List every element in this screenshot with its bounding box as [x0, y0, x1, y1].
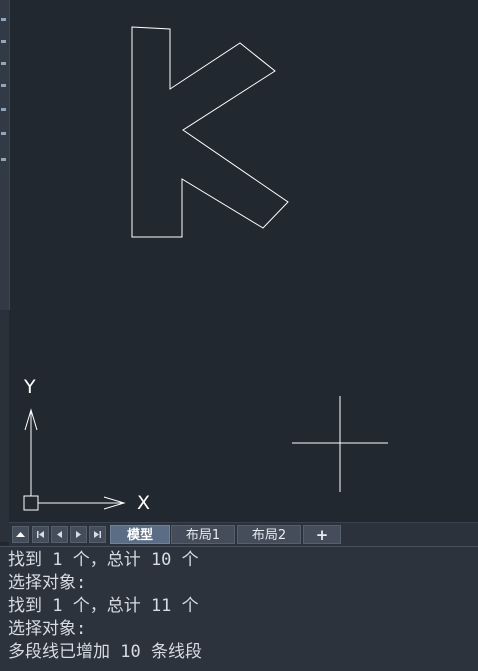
- first-tab-icon: [37, 531, 44, 538]
- next-tab-button[interactable]: [70, 526, 87, 543]
- left-toolbar-strip[interactable]: [0, 0, 10, 310]
- left-panel-edge: [0, 310, 9, 542]
- ucs-x-label: X: [137, 492, 151, 514]
- tab-layout2[interactable]: 布局2: [237, 525, 301, 544]
- toolbar-marker: [1, 84, 6, 87]
- command-history-line: 找到 1 个，总计 11 个: [8, 596, 199, 616]
- toolbar-marker: [1, 18, 6, 21]
- tab-bar-toggle-button[interactable]: [12, 526, 29, 543]
- ucs-y-label: Y: [24, 376, 36, 398]
- toolbar-marker: [1, 108, 6, 111]
- k-polyline[interactable]: [131, 26, 289, 238]
- canvas-geometry: [23, 26, 388, 511]
- tab-layout1[interactable]: 布局1: [171, 525, 235, 544]
- ucs-origin-box: [23, 495, 39, 511]
- toolbar-marker: [1, 132, 6, 135]
- toolbar-marker: [1, 62, 6, 65]
- cad-application: Y X 模型 布局1 布局2 + 找到 1 个，总计 10 个 选择对象: 找到…: [0, 0, 478, 671]
- tab-model[interactable]: 模型: [110, 525, 170, 544]
- prev-tab-icon: [57, 531, 62, 538]
- layout-tab-bar: 模型 布局1 布局2 +: [9, 522, 478, 547]
- command-history-line: 选择对象:: [8, 573, 87, 593]
- add-layout-button[interactable]: +: [303, 525, 341, 544]
- command-history-line: 找到 1 个，总计 10 个: [8, 550, 199, 570]
- toolbar-marker: [1, 158, 6, 161]
- toolbar-marker: [1, 40, 6, 43]
- drawing-canvas[interactable]: Y X: [10, 0, 478, 522]
- first-tab-button[interactable]: [32, 526, 49, 543]
- tab-bar-toggle-icon: [16, 532, 25, 537]
- last-tab-button[interactable]: [89, 526, 106, 543]
- prev-tab-button[interactable]: [51, 526, 68, 543]
- last-tab-icon: [94, 531, 101, 538]
- command-history-line: 多段线已增加 10 条线段: [8, 642, 202, 662]
- next-tab-icon: [76, 531, 81, 538]
- command-history-line: 选择对象:: [8, 619, 87, 639]
- command-history-panel[interactable]: 找到 1 个，总计 10 个 选择对象: 找到 1 个，总计 11 个 选择对象…: [0, 546, 478, 671]
